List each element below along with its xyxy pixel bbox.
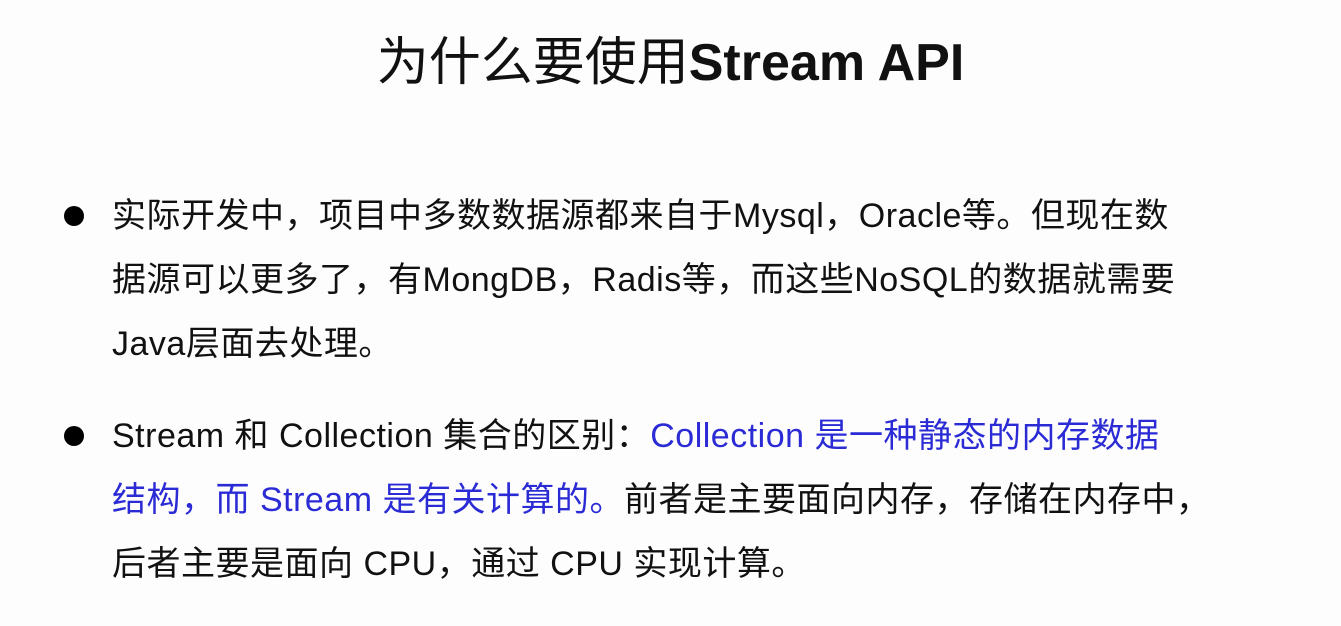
title-english: Stream API bbox=[688, 34, 965, 92]
bullet-2-line-1-highlight: Collection 是一种静态的内存数据 bbox=[650, 417, 1160, 455]
slide-title: 为什么要使用Stream API bbox=[0, 28, 1341, 98]
title-chinese: 为什么要使用 bbox=[376, 34, 689, 92]
slide: 为什么要使用Stream API 实际开发中，项目中多数数据源都来自于Mysql… bbox=[0, 0, 1341, 626]
bullet-2-line-2-plain: 前者是主要面向内存，存储在内存中， bbox=[623, 481, 1211, 519]
bullet-1-line-2: 据源可以更多了，有MongDB，Radis等，而这些NoSQL的数据就需要 bbox=[112, 261, 1176, 299]
bullet-2-line-2-highlight: 结构，而 Stream 是有关计算的。 bbox=[112, 481, 624, 519]
bullet-1-line-1: 实际开发中，项目中多数数据源都来自于Mysql，Oracle等。但现在数 bbox=[112, 197, 1169, 235]
bullet-2-text: Stream 和 Collection 集合的区别：Collection 是一种… bbox=[112, 404, 1312, 596]
bullet-2-line-1-plain: Stream 和 Collection 集合的区别： bbox=[112, 417, 651, 455]
bullet-dot-icon bbox=[64, 426, 84, 446]
bullet-dot-icon bbox=[64, 206, 84, 226]
bullet-2-line-3: 后者主要是面向 CPU，通过 CPU 实现计算。 bbox=[112, 545, 806, 583]
bullet-1-line-3: Java层面去处理。 bbox=[112, 325, 393, 363]
bullet-2-line-2: 结构，而 Stream 是有关计算的。前者是主要面向内存，存储在内存中， bbox=[112, 468, 1312, 532]
bullet-2-line-1: Stream 和 Collection 集合的区别：Collection 是一种… bbox=[112, 404, 1312, 468]
bullet-1-text: 实际开发中，项目中多数数据源都来自于Mysql，Oracle等。但现在数 据源可… bbox=[112, 184, 1312, 376]
